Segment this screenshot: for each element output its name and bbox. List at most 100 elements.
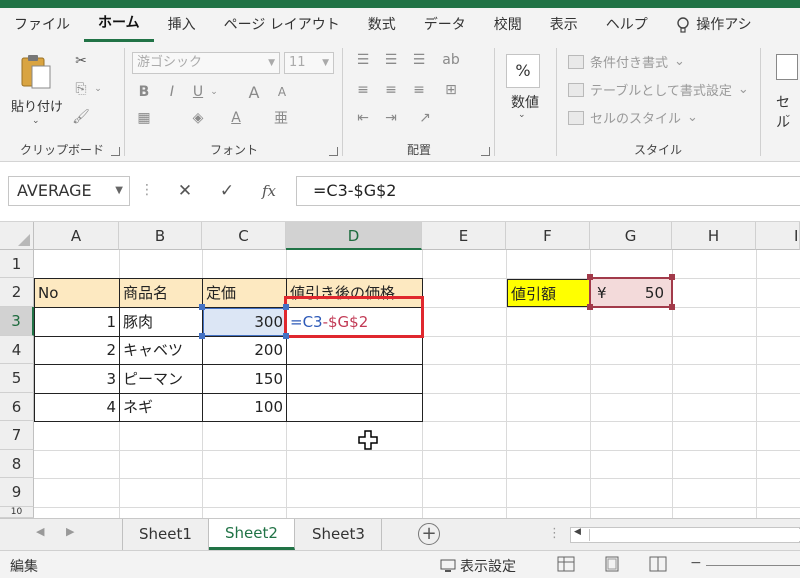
- normal-view-icon[interactable]: [556, 555, 576, 573]
- format-as-table-button[interactable]: テーブルとして書式設定 ⌄: [568, 80, 749, 99]
- tab-data[interactable]: データ: [410, 8, 480, 42]
- cell-b3[interactable]: 豚肉: [120, 308, 202, 336]
- tell-me-search[interactable]: 操作アシ: [662, 8, 766, 42]
- tab-view[interactable]: 表示: [536, 8, 592, 42]
- fill-color-icon[interactable]: ◈: [188, 108, 208, 128]
- formula-bar-grip-icon[interactable]: ⋮: [140, 182, 154, 198]
- cell-a2[interactable]: No: [35, 279, 119, 307]
- italic-button[interactable]: I: [162, 82, 182, 102]
- tab-home[interactable]: ホーム: [84, 8, 154, 42]
- cell-c5[interactable]: 150: [203, 365, 286, 393]
- formula-input[interactable]: =C3-$G$2: [296, 176, 800, 206]
- font-size-combo[interactable]: 11 ▼: [284, 52, 334, 74]
- cell-b2[interactable]: 商品名: [120, 279, 202, 307]
- font-name-combo[interactable]: 游ゴシック ▼: [132, 52, 280, 74]
- cell-d2[interactable]: 値引き後の価格: [287, 279, 422, 307]
- row-header-5[interactable]: 5: [0, 364, 34, 393]
- add-sheet-button[interactable]: +: [418, 523, 440, 545]
- cell-b4[interactable]: キャベツ: [120, 336, 202, 364]
- font-launcher-icon[interactable]: [329, 147, 338, 156]
- row-header-1[interactable]: 1: [0, 250, 34, 278]
- format-painter-icon[interactable]: 🖌: [70, 106, 92, 128]
- align-center-icon[interactable]: ≡: [380, 80, 402, 100]
- tab-help[interactable]: ヘルプ: [592, 8, 662, 42]
- row-header-7[interactable]: 7: [0, 421, 34, 450]
- scissors-icon[interactable]: ✂: [70, 50, 92, 72]
- orientation-icon[interactable]: ↗: [414, 108, 436, 128]
- column-header-b[interactable]: B: [119, 222, 202, 250]
- cell-c4[interactable]: 200: [203, 336, 286, 364]
- range-handle[interactable]: [199, 304, 205, 310]
- enter-button[interactable]: ✓: [209, 176, 245, 206]
- merge-icon[interactable]: ⊞: [440, 80, 462, 100]
- phonetic-icon[interactable]: 亜: [270, 108, 292, 128]
- row-header-4[interactable]: 4: [0, 336, 34, 364]
- cell-d3-editing[interactable]: =C3-$G$2: [287, 308, 422, 336]
- scroll-split-handle-icon[interactable]: ⋮: [548, 526, 561, 541]
- tab-page-layout[interactable]: ページ レイアウト: [210, 8, 354, 42]
- cell-f2[interactable]: 値引額: [507, 279, 590, 307]
- row-header-9[interactable]: 9: [0, 478, 34, 507]
- name-box[interactable]: AVERAGE ▼: [8, 176, 130, 206]
- display-settings-button[interactable]: 表示設定: [440, 556, 516, 576]
- underline-button[interactable]: U: [188, 82, 208, 102]
- cell-b5[interactable]: ピーマン: [120, 365, 202, 393]
- align-top-icon[interactable]: ☰: [352, 50, 374, 70]
- select-all-button[interactable]: [0, 222, 34, 250]
- page-break-view-icon[interactable]: [648, 555, 668, 573]
- column-header-d[interactable]: D: [286, 222, 422, 250]
- cell-c2[interactable]: 定価: [203, 279, 286, 307]
- range-handle[interactable]: [587, 304, 593, 310]
- column-header-g[interactable]: G: [590, 222, 672, 250]
- horizontal-scrollbar[interactable]: ◀: [570, 527, 800, 543]
- cancel-button[interactable]: ✕: [167, 176, 203, 206]
- insert-function-button[interactable]: fx: [251, 176, 287, 206]
- column-header-h[interactable]: H: [672, 222, 756, 250]
- cell-g2[interactable]: ¥ 50: [591, 279, 672, 307]
- cell-b6[interactable]: ネギ: [120, 393, 202, 421]
- chevron-down-icon[interactable]: ⌄: [208, 82, 220, 102]
- row-header-6[interactable]: 6: [0, 393, 34, 421]
- next-sheet-icon[interactable]: ▶: [66, 525, 74, 538]
- cell-a5[interactable]: 3: [35, 365, 119, 393]
- column-header-c[interactable]: C: [202, 222, 286, 250]
- wrap-text-icon[interactable]: ab: [440, 50, 462, 70]
- decrease-indent-icon[interactable]: ⇤: [352, 108, 374, 128]
- column-header-a[interactable]: A: [34, 222, 119, 250]
- copy-icon[interactable]: ⎘: [70, 78, 92, 100]
- cell-a4[interactable]: 2: [35, 336, 119, 364]
- align-bottom-icon[interactable]: ☰: [408, 50, 430, 70]
- number-group[interactable]: % 数値 ⌄: [496, 42, 554, 162]
- cell-styles-button[interactable]: セルのスタイル ⌄: [568, 108, 698, 127]
- chevron-down-icon[interactable]: ⌄: [92, 78, 104, 100]
- zoom-slider[interactable]: [706, 565, 800, 566]
- clipboard-launcher-icon[interactable]: [111, 147, 120, 156]
- range-handle[interactable]: [587, 274, 593, 280]
- shrink-font-button[interactable]: A: [272, 82, 292, 102]
- row-header-8[interactable]: 8: [0, 450, 34, 478]
- zoom-out-icon[interactable]: −: [690, 555, 702, 571]
- font-color-icon[interactable]: A: [226, 108, 246, 128]
- tab-file[interactable]: ファイル: [0, 8, 84, 42]
- bold-button[interactable]: B: [134, 82, 154, 102]
- sheet-tab-sheet1[interactable]: Sheet1: [122, 519, 209, 550]
- prev-sheet-icon[interactable]: ◀: [36, 525, 44, 538]
- tab-formulas[interactable]: 数式: [354, 8, 410, 42]
- range-handle[interactable]: [669, 304, 675, 310]
- scroll-thumb[interactable]: [589, 529, 800, 541]
- conditional-formatting-button[interactable]: 条件付き書式 ⌄: [568, 52, 685, 71]
- column-header-i[interactable]: I: [756, 222, 800, 250]
- cell-c6[interactable]: 100: [203, 393, 286, 421]
- cells-group[interactable]: セル ⌄: [762, 42, 800, 162]
- row-header-10[interactable]: 10: [0, 507, 34, 518]
- grow-font-button[interactable]: A: [244, 82, 264, 102]
- alignment-launcher-icon[interactable]: [481, 147, 490, 156]
- range-handle[interactable]: [283, 333, 289, 339]
- row-header-3[interactable]: 3: [0, 307, 34, 336]
- sheet-tab-sheet3[interactable]: Sheet3: [296, 519, 382, 550]
- column-header-e[interactable]: E: [422, 222, 506, 250]
- range-handle[interactable]: [199, 333, 205, 339]
- tab-insert[interactable]: 挿入: [154, 8, 210, 42]
- cell-c3[interactable]: 300: [203, 308, 286, 336]
- range-handle[interactable]: [283, 304, 289, 310]
